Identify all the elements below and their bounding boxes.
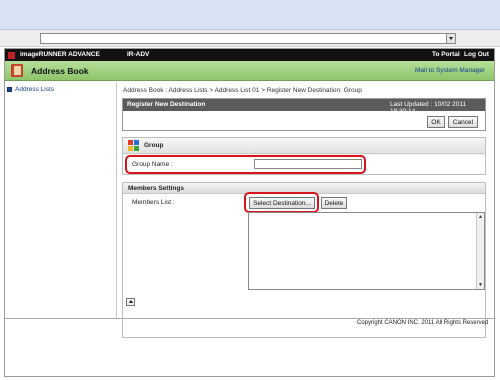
members-list-label: Members List :	[132, 199, 175, 206]
group-name-row: Group Name :	[123, 155, 485, 174]
copyright: Copyright CANON INC. 2011 All Rights Res…	[357, 320, 489, 326]
address-bar[interactable]	[40, 33, 456, 44]
app-frame: imageRUNNER ADVANCE IR-ADV To Portal Log…	[4, 48, 495, 377]
sidebar: Address Lists	[5, 82, 117, 318]
app-header: imageRUNNER ADVANCE IR-ADV To Portal Log…	[5, 49, 494, 61]
breadcrumb: Address Book : Address Lists > Address L…	[123, 87, 362, 94]
select-destination-button[interactable]: Select Destination...	[249, 197, 315, 209]
mail-system-manager-link[interactable]: Mail to System Manager	[415, 67, 485, 74]
section-header: Address Book Mail to System Manager	[5, 61, 494, 81]
page-top-button[interactable]	[126, 298, 135, 306]
square-bullet-icon	[7, 87, 12, 92]
cancel-button[interactable]: Cancel	[448, 116, 478, 128]
address-book-icon	[11, 64, 23, 77]
scroll-down-icon[interactable]: ▼	[477, 281, 484, 289]
members-title: Members Settings	[128, 185, 184, 192]
group-title: Group	[144, 142, 164, 149]
register-panel: Register New Destination Last Updated : …	[122, 98, 486, 131]
footer-divider	[5, 318, 494, 319]
panel-header: Register New Destination Last Updated : …	[123, 99, 485, 115]
delete-button[interactable]: Delete	[321, 197, 347, 209]
browser-address-row	[0, 30, 500, 47]
group-header: Group	[123, 138, 485, 154]
panel-title: Register New Destination	[127, 101, 206, 108]
sidebar-item-label: Address Lists	[15, 86, 55, 93]
ok-button[interactable]: OK	[427, 116, 445, 128]
section-title: Address Book	[31, 66, 89, 76]
scroll-up-icon[interactable]: ▲	[477, 213, 484, 221]
group-name-highlight	[125, 155, 366, 174]
to-portal-link[interactable]: To Portal	[432, 51, 460, 58]
last-updated: Last Updated : 10/02 2011 18:30:14	[390, 101, 467, 115]
address-dropdown-button[interactable]	[446, 33, 456, 44]
members-scrollbar[interactable]: ▲ ▼	[476, 213, 484, 289]
group-icon	[128, 140, 139, 151]
logout-link[interactable]: Log Out	[464, 51, 489, 58]
members-settings-section: Members Settings Members List : Select D…	[122, 182, 486, 338]
app-name: imageRUNNER ADVANCE	[20, 51, 100, 58]
canon-logo-icon	[8, 51, 15, 59]
sidebar-item-address-lists[interactable]: Address Lists	[7, 85, 54, 94]
group-section: Group Group Name :	[122, 137, 486, 175]
device-name: IR-ADV	[127, 51, 150, 58]
members-list[interactable]: ▲ ▼	[248, 212, 485, 290]
browser-top-strip	[0, 0, 500, 30]
